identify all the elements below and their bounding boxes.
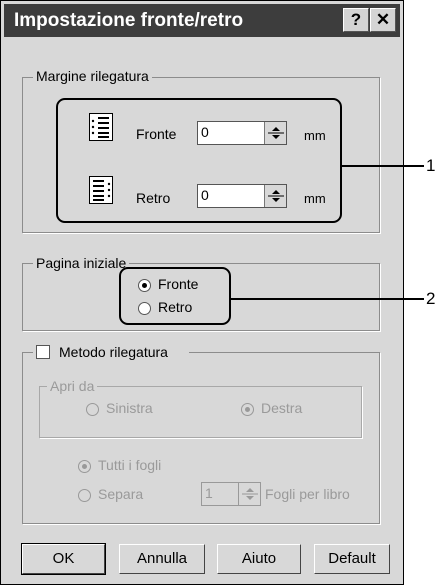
binding-method-label[interactable]: Metodo rilegatura [59,344,168,360]
window-title: Impostazione fronte/retro [14,10,244,31]
back-margin-unit: mm [304,191,326,206]
sheets-per-book-stepper[interactable]: 1 [201,482,261,506]
open-left-label[interactable]: Sinistra [106,400,153,416]
open-right-label[interactable]: Destra [261,400,302,416]
help-button[interactable]: Aiuto [217,544,301,574]
cancel-button[interactable]: Annulla [119,544,205,574]
close-icon: ✕ [375,10,391,29]
callout-leader-2 [230,298,424,300]
callout-number-1: 1 [426,156,436,175]
start-page-legend: Pagina iniziale [33,255,130,271]
spin-arrows-icon [268,127,284,139]
close-title-button[interactable]: ✕ [370,8,396,32]
back-margin-value: 0 [201,187,209,203]
separate-label[interactable]: Separa [98,486,143,502]
front-margin-unit: mm [304,128,326,143]
sheets-per-book-label: Fogli per libro [265,486,350,502]
front-margin-label: Fronte [136,126,177,142]
start-back-label[interactable]: Retro [158,299,192,315]
front-margin-value: 0 [201,124,209,140]
start-back-radio[interactable] [138,302,151,315]
front-margin-spin-arrows[interactable] [264,122,286,144]
callout-leader-1 [341,165,424,167]
ok-button[interactable]: OK [21,543,106,575]
open-from-legend: Apri da [47,378,98,394]
back-margin-spin-arrows[interactable] [264,185,286,207]
separate-radio[interactable] [78,489,91,502]
spin-arrows-icon [268,190,284,202]
front-margin-icon [89,113,113,141]
duplex-settings-dialog: Impostazione fronte/retro ? ✕ Margine ri… [0,0,404,585]
binding-method-checkbox[interactable] [36,345,50,359]
front-margin-stepper[interactable]: 0 [197,121,287,145]
all-sheets-radio[interactable] [78,460,91,473]
default-button[interactable]: Default [314,544,390,574]
all-sheets-label[interactable]: Tutti i fogli [98,457,161,473]
back-margin-label: Retro [136,190,171,206]
help-icon: ? [350,10,362,29]
binding-margin-legend: Margine rilegatura [33,68,152,84]
help-title-button[interactable]: ? [343,8,369,32]
sheets-per-book-value: 1 [205,485,213,501]
title-bar[interactable]: Impostazione fronte/retro ? ✕ [4,4,400,37]
start-front-label[interactable]: Fronte [158,276,198,292]
spin-arrows-icon [242,488,258,500]
sheets-spin-arrows[interactable] [238,483,260,505]
back-margin-icon [89,176,113,204]
open-right-radio[interactable] [241,403,254,416]
back-margin-stepper[interactable]: 0 [197,184,287,208]
start-front-radio[interactable] [138,279,151,292]
callout-number-2: 2 [426,289,436,308]
open-left-radio[interactable] [86,403,99,416]
